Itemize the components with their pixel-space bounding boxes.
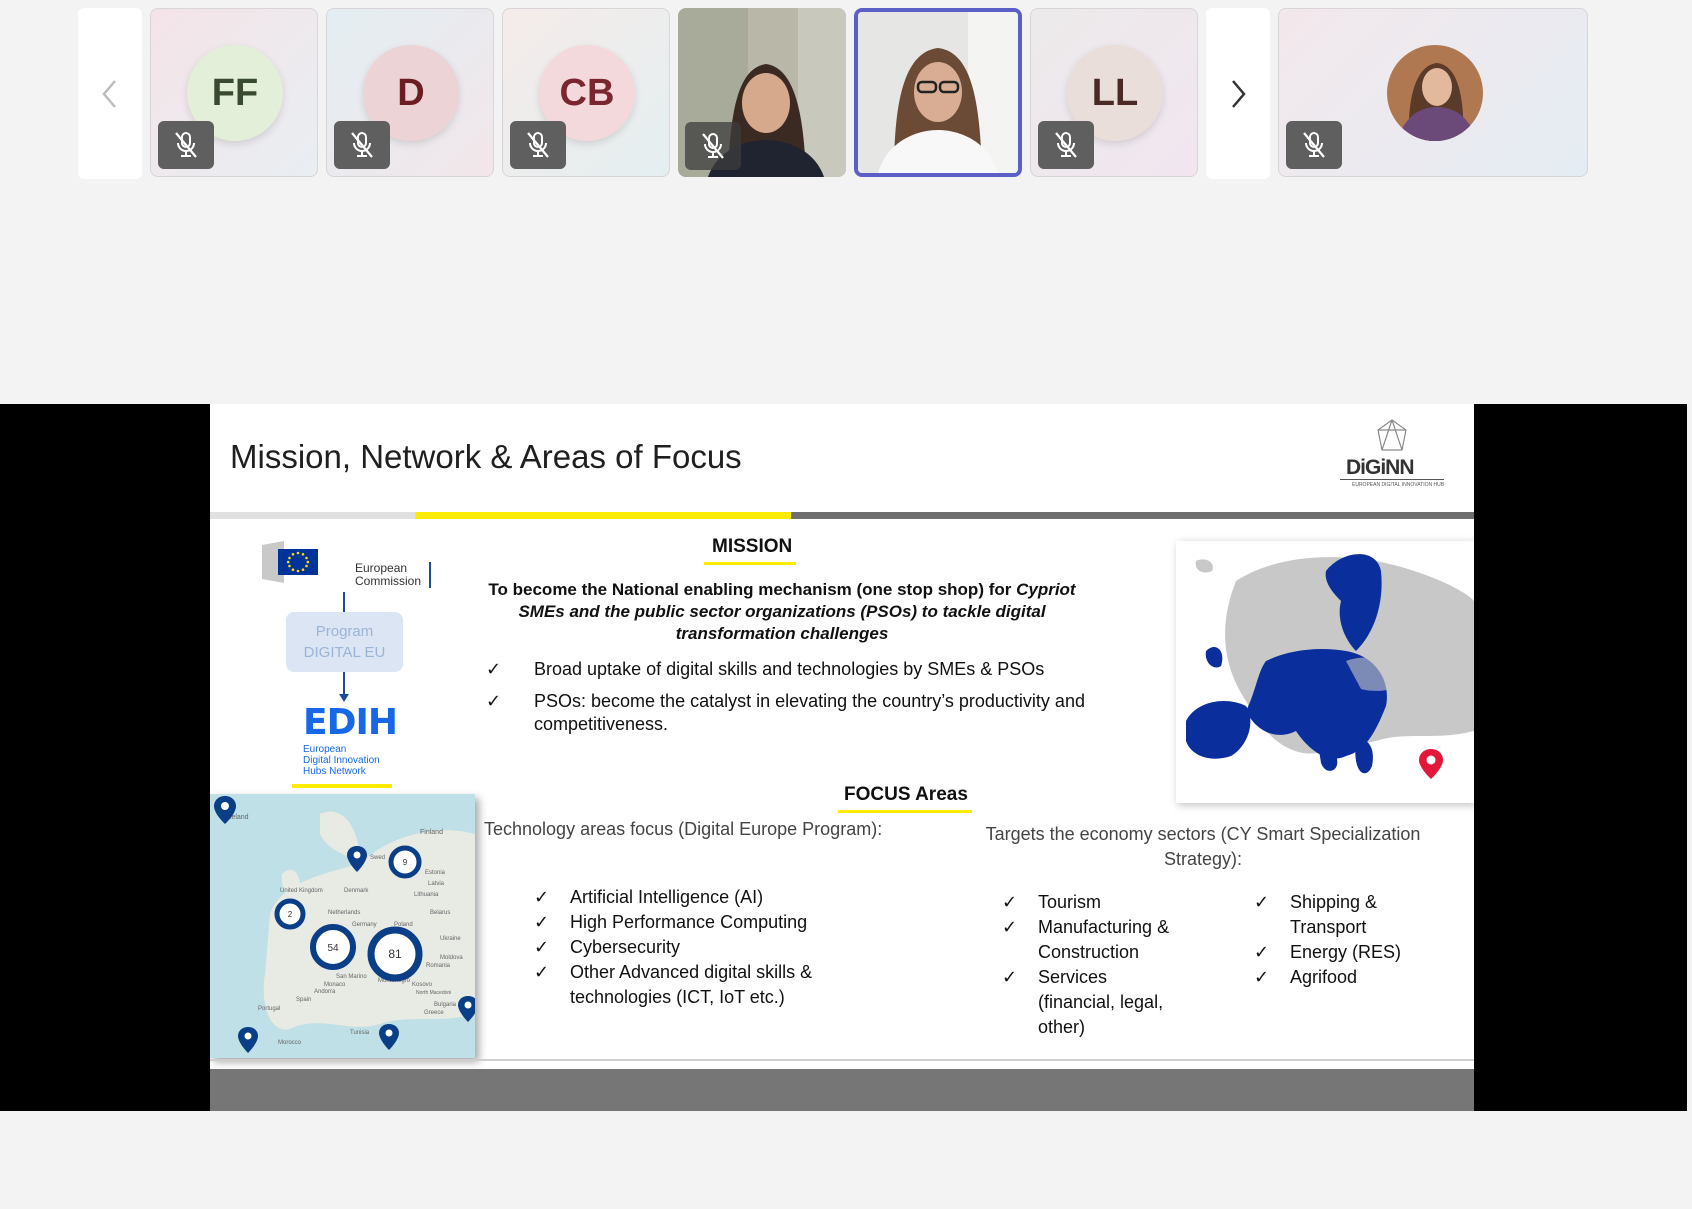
svg-text:Tunisia: Tunisia bbox=[350, 1030, 370, 1036]
list-item: ✓ Artificial Intelligence (AI) bbox=[534, 885, 834, 910]
mic-off-icon bbox=[1286, 121, 1342, 169]
svg-text:North Macedoni: North Macedoni bbox=[416, 990, 451, 996]
list-item: ✓ Manufacturing & Construction bbox=[1002, 915, 1202, 965]
participant-tile-ff[interactable]: FF bbox=[150, 8, 318, 177]
mission-heading: MISSION bbox=[712, 536, 793, 557]
chevron-left-icon bbox=[102, 79, 116, 108]
check-icon: ✓ bbox=[486, 691, 502, 711]
list-item: ✓ Energy (RES) bbox=[1254, 940, 1454, 965]
map-cluster: 54 bbox=[310, 924, 356, 970]
svg-text:2: 2 bbox=[288, 910, 293, 919]
sector-focus-heading: Targets the economy sectors (CY Smart Sp… bbox=[985, 824, 1421, 869]
map-cluster: 2 bbox=[274, 898, 306, 930]
svg-text:Moldova: Moldova bbox=[440, 955, 463, 961]
svg-text:Bulgaria: Bulgaria bbox=[434, 1002, 457, 1008]
svg-text:Spain: Spain bbox=[296, 997, 311, 1003]
check-icon: ✓ bbox=[534, 962, 550, 982]
arrow-down-icon bbox=[343, 672, 345, 696]
mic-off-icon bbox=[685, 122, 741, 170]
svg-text:Finland: Finland bbox=[420, 829, 443, 836]
slide-title: Mission, Network & Areas of Focus bbox=[230, 438, 742, 475]
participant-video bbox=[858, 12, 1018, 173]
technology-list: ✓ Artificial Intelligence (AI) ✓ High Perf… bbox=[534, 885, 834, 1010]
european-commission-logo bbox=[262, 541, 318, 583]
list-item: ✓ Tourism bbox=[1002, 890, 1202, 915]
svg-text:Morocco: Morocco bbox=[278, 1040, 302, 1046]
participant-video-tile[interactable] bbox=[678, 8, 846, 177]
svg-text:Monaco: Monaco bbox=[324, 982, 346, 988]
check-icon: ✓ bbox=[1254, 892, 1270, 912]
list-item: ✓ Broad uptake of digital skills and tec… bbox=[486, 659, 1045, 679]
edih-logo-subtitle: European Digital Innovation Hubs Network bbox=[303, 744, 380, 777]
mission-points: ✓ Broad uptake of digital skills and tec… bbox=[486, 659, 1106, 736]
check-icon: ✓ bbox=[1002, 892, 1018, 912]
sector-list-left: ✓ Tourism ✓ Manufacturing & Construction ✓… bbox=[1002, 890, 1202, 1040]
check-icon: ✓ bbox=[1002, 917, 1018, 937]
svg-text:San Marino: San Marino bbox=[336, 974, 367, 980]
participant-photo bbox=[1387, 45, 1483, 141]
participant-strip: FF D CB LL bbox=[78, 8, 1588, 179]
chevron-right-icon bbox=[1232, 79, 1246, 108]
sector-list-right: ✓ Shipping & Transport ✓ Energy (RES) ✓ Agr… bbox=[1254, 890, 1454, 990]
svg-text:Denmark: Denmark bbox=[344, 888, 369, 894]
previous-participants-button[interactable] bbox=[78, 8, 142, 179]
list-item: ✓ Agrifood bbox=[1254, 965, 1454, 990]
slide-footer bbox=[210, 1069, 1474, 1111]
svg-text:Belarus: Belarus bbox=[430, 910, 450, 916]
svg-text:Greece: Greece bbox=[424, 1010, 444, 1016]
participant-video-tile-active-speaker[interactable] bbox=[854, 8, 1022, 177]
mission-statement: To become the National enabling mechanis… bbox=[488, 580, 1076, 643]
svg-text:Latvia: Latvia bbox=[428, 881, 445, 887]
svg-text:Estonia: Estonia bbox=[425, 870, 446, 876]
svg-text:Andorra: Andorra bbox=[314, 989, 336, 995]
list-item: ✓ Other Advanced digital skills & technol… bbox=[534, 960, 834, 1010]
focus-heading: FOCUS Areas bbox=[844, 784, 968, 805]
mic-off-icon bbox=[1038, 121, 1094, 169]
check-icon: ✓ bbox=[1254, 967, 1270, 987]
list-item: ✓ Cybersecurity bbox=[534, 935, 834, 960]
participant-tile-d[interactable]: D bbox=[326, 8, 494, 177]
technology-focus-heading: Technology areas focus (Digital Europe P… bbox=[484, 819, 883, 839]
edih-network-map: Iceland Finland Swed Estonia Latvia Lith… bbox=[210, 794, 475, 1058]
map-cluster: 9 bbox=[388, 845, 422, 879]
list-item: ✓ Services (financial, legal, other) bbox=[1002, 965, 1202, 1040]
svg-text:Romania: Romania bbox=[426, 963, 451, 969]
svg-text:81: 81 bbox=[388, 947, 402, 961]
mic-off-icon bbox=[334, 121, 390, 169]
presentation-slide: Mission, Network & Areas of Focus DiGiNN… bbox=[210, 404, 1474, 1111]
check-icon: ✓ bbox=[534, 887, 550, 907]
map-cluster: 81 bbox=[367, 926, 423, 982]
ec-label: European Commission bbox=[355, 561, 422, 588]
diginn-logo: DiGiNN EUROPEAN DIGITAL INNOVATION HUB bbox=[1336, 416, 1446, 492]
list-item: ✓ PSOs: become the catalyst in elevating… bbox=[486, 691, 1085, 734]
check-icon: ✓ bbox=[1002, 967, 1018, 987]
participant-tile-ll[interactable]: LL bbox=[1030, 8, 1198, 177]
edih-logo: EDIH bbox=[303, 702, 398, 743]
list-item: ✓ High Performance Computing bbox=[534, 910, 834, 935]
mic-off-icon bbox=[158, 121, 214, 169]
check-icon: ✓ bbox=[1254, 942, 1270, 962]
check-icon: ✓ bbox=[486, 659, 502, 679]
check-icon: ✓ bbox=[534, 937, 550, 957]
arrow-down-icon bbox=[343, 592, 345, 612]
svg-text:Lithuania: Lithuania bbox=[414, 892, 439, 898]
check-icon: ✓ bbox=[534, 912, 550, 932]
svg-text:Portugal: Portugal bbox=[258, 1006, 280, 1012]
svg-text:54: 54 bbox=[327, 943, 339, 954]
shared-screen: Mission, Network & Areas of Focus DiGiNN… bbox=[0, 404, 1687, 1111]
list-item: ✓ Shipping & Transport bbox=[1254, 890, 1454, 940]
svg-text:United Kingdom: United Kingdom bbox=[280, 888, 323, 894]
mic-off-icon bbox=[510, 121, 566, 169]
svg-text:Ukraine: Ukraine bbox=[440, 936, 461, 942]
svg-text:Germany: Germany bbox=[352, 922, 377, 928]
svg-text:Netherlands: Netherlands bbox=[328, 910, 360, 916]
pinned-participant-tile[interactable] bbox=[1278, 8, 1588, 177]
next-participants-button[interactable] bbox=[1206, 8, 1270, 179]
participant-tile-cb[interactable]: CB bbox=[502, 8, 670, 177]
program-digital-eu-box: Program DIGITAL EU bbox=[286, 612, 403, 672]
svg-text:9: 9 bbox=[403, 858, 408, 867]
eu-map bbox=[1176, 541, 1474, 803]
svg-text:Swed: Swed bbox=[370, 855, 385, 861]
svg-text:Kosovo: Kosovo bbox=[412, 982, 433, 988]
